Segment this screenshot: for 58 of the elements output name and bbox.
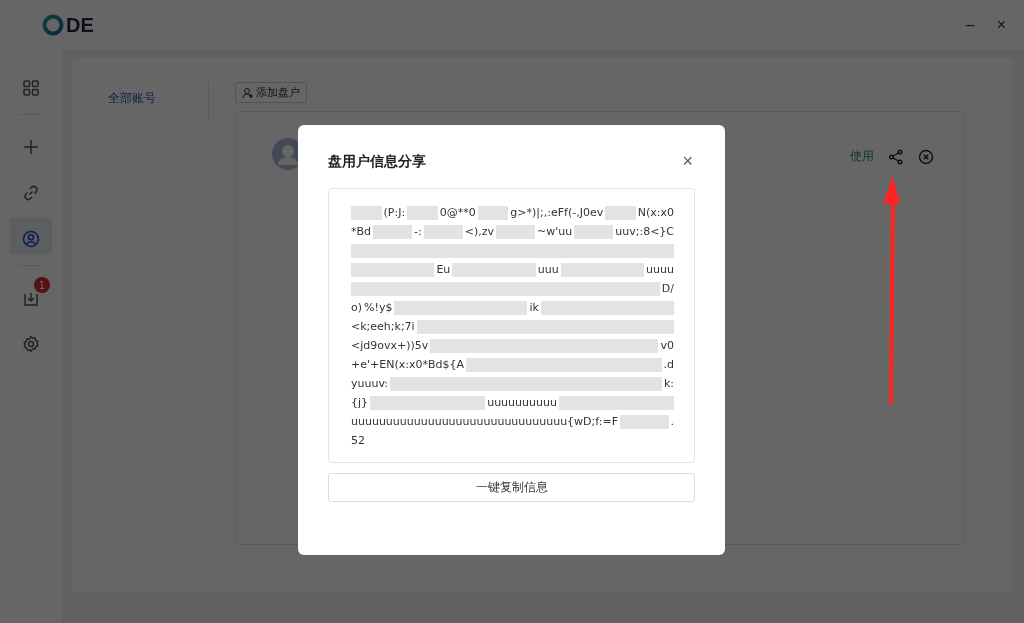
info-text: +e'+EN(x:x0*Bd${A [351,358,464,371]
copy-info-button[interactable]: 一键复制信息 [328,473,695,502]
info-text: <k;eeh;k;7i [351,320,415,333]
use-link[interactable]: 使用 [850,148,874,165]
close-circle-icon[interactable] [918,148,934,165]
info-text: g>*)|;,:eFf(-,J0ev [510,206,604,219]
info-text: ~w'uu [537,225,573,238]
info-text: uuu [537,263,559,276]
info-text: <),zv [464,225,495,238]
info-text: o) [351,301,363,314]
window-control-button[interactable]: – [961,16,979,34]
grid-icon [22,79,40,97]
info-text: <jd9ovx+))5v [351,339,429,352]
info-text: {j} [351,396,369,409]
pixelated-redaction [373,224,413,239]
dialog-title: 盘用户信息分享 [328,152,426,171]
info-text: .d [663,358,674,371]
close-button[interactable]: × [680,151,695,172]
info-text: k: [663,377,674,390]
info-text: %!y$ [364,301,393,314]
info-text: 52 [351,434,365,447]
download-nav-item[interactable]: 1 [10,277,52,313]
info-text: 0@**0 [439,206,476,219]
info-text: Eu [436,263,451,276]
info-text: uuuuuuuuuuuuuuuuuuuuuuuuuuuuuuu{wD;f:=F [351,415,619,428]
info-text: yuuuv: [351,377,389,390]
plus-icon [22,138,40,156]
pixelated-redaction [351,205,382,220]
info-text: N(x:x0 [637,206,674,219]
info-text: uuv;:8<}C [615,225,675,238]
add-user-button[interactable]: 添加盘户 [235,82,307,103]
link-icon [22,184,40,202]
window-control-button[interactable]: × [992,16,1010,34]
settings-icon [22,335,40,353]
info-text: *Bd [351,225,372,238]
info-text: ik [529,301,539,314]
pixelated-redaction [605,205,636,220]
info-text: v0 [660,339,674,352]
info-text: (P:J: [383,206,406,219]
account-tab[interactable]: 全部账号 [108,90,208,107]
pixelated-redaction [407,205,438,220]
notification-badge: 1 [34,277,50,293]
pixelated-redaction [423,224,463,239]
pixelated-redaction [574,224,614,239]
info-text: . [670,415,674,428]
user-nav-item[interactable] [10,218,52,254]
pixelated-redaction [496,224,536,239]
info-text: uuuu [646,263,674,276]
logo-text: DE [66,13,94,37]
pixelated-redaction [620,414,669,429]
pixelated-redaction [477,205,509,220]
ring-logo-icon [42,14,64,36]
info-text: D/ [661,282,674,295]
add-user-icon [242,86,254,99]
info-text: -: [414,225,422,238]
share-icon[interactable] [888,148,904,165]
user-icon [22,230,40,248]
info-text: uuuuuuuuuu [487,396,557,409]
